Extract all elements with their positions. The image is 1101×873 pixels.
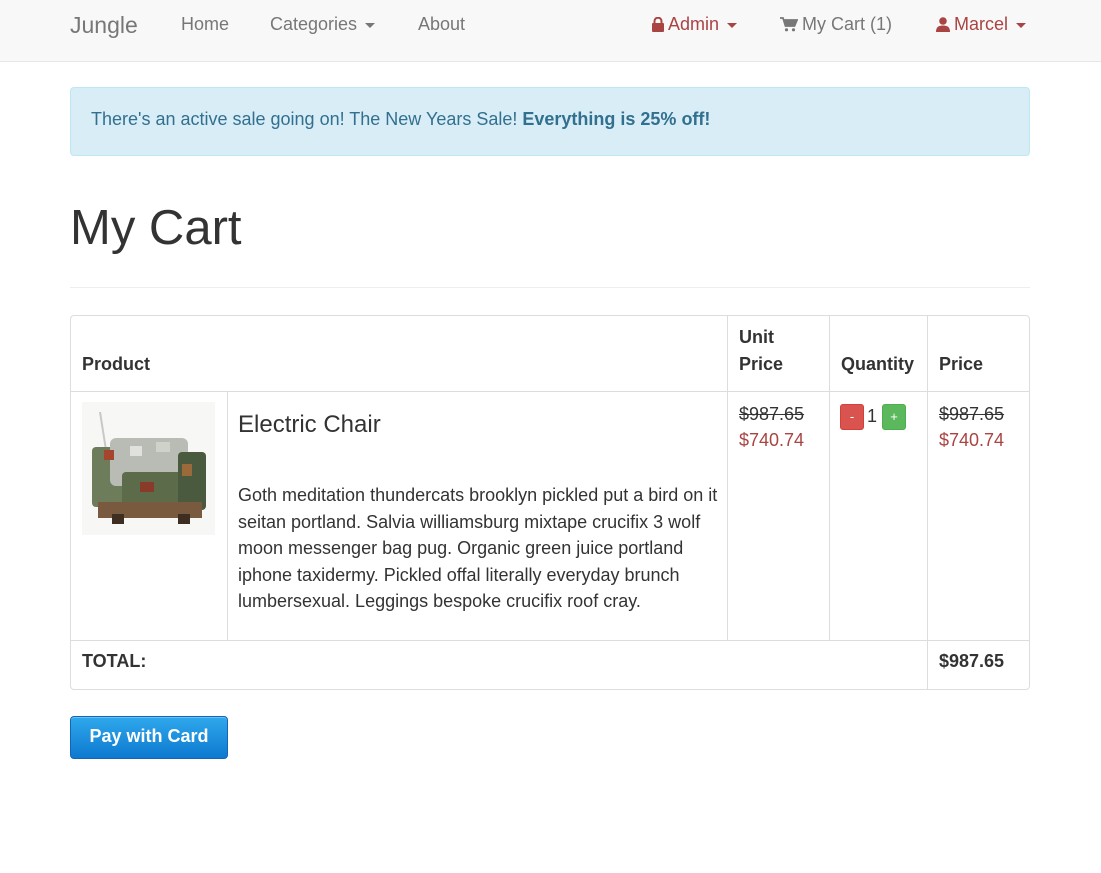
lock-icon — [652, 16, 664, 37]
product-name[interactable]: Electric Chair — [238, 411, 381, 439]
pay-with-card-button[interactable]: Pay with Card — [70, 716, 228, 759]
total-label: TOTAL: — [82, 651, 147, 671]
nav-about-link[interactable]: About — [418, 14, 465, 35]
header-unit-price: Unit Price — [739, 324, 783, 378]
chevron-down-icon — [365, 22, 376, 28]
sale-alert-text: There's an active sale going on! The New… — [91, 109, 523, 129]
divider — [71, 640, 1029, 641]
divider — [70, 287, 1030, 288]
cart-table: Product Unit Price Quantity Price Electr… — [70, 315, 1030, 690]
nav-categories-label: Categories — [270, 14, 358, 34]
sale-alert: There's an active sale going on! The New… — [70, 87, 1030, 156]
chevron-down-icon — [1016, 22, 1027, 28]
brand-link[interactable]: Jungle — [70, 12, 138, 39]
divider — [227, 391, 228, 640]
increase-quantity-button[interactable]: + — [882, 404, 906, 430]
nav-user-dropdown[interactable]: Marcel — [936, 14, 1027, 37]
divider — [71, 391, 1029, 392]
divider — [927, 316, 928, 689]
divider — [829, 316, 830, 640]
line-price-sale: $740.74 — [939, 430, 1005, 450]
product-description: Goth meditation thundercats brooklyn pic… — [238, 485, 718, 612]
navbar: Jungle Home Categories About Admin My Ca… — [0, 0, 1101, 62]
user-icon — [936, 16, 950, 37]
header-product: Product — [82, 354, 151, 374]
decrease-quantity-button[interactable]: - — [840, 404, 864, 430]
chevron-down-icon — [727, 22, 738, 28]
nav-user-label: Marcel — [954, 14, 1009, 34]
quantity-value: 1 — [867, 406, 878, 426]
nav-cart-label: My Cart (1) — [802, 14, 892, 34]
page-title: My Cart — [70, 201, 242, 255]
nav-categories-dropdown[interactable]: Categories — [270, 14, 376, 35]
unit-price-original: $987.65 — [739, 404, 805, 424]
nav-admin-label: Admin — [668, 14, 720, 34]
unit-price: $987.65 $740.74 — [739, 401, 804, 453]
line-price: $987.65 $740.74 — [939, 401, 1004, 453]
cart-icon — [780, 16, 799, 37]
line-price-original: $987.65 — [939, 404, 1005, 424]
header-quantity: Quantity — [841, 354, 915, 374]
nav-admin-dropdown[interactable]: Admin — [652, 14, 738, 37]
divider — [727, 316, 728, 640]
header-unit-price-line2: Price — [739, 354, 784, 374]
sale-alert-highlight: Everything is 25% off! — [522, 109, 711, 129]
nav-home-link[interactable]: Home — [181, 14, 229, 35]
product-image — [82, 402, 215, 535]
header-unit-price-line1: Unit — [739, 327, 774, 347]
total-value: $987.65 — [939, 651, 1005, 671]
header-price: Price — [939, 354, 984, 374]
nav-cart-link[interactable]: My Cart (1) — [780, 14, 892, 37]
unit-price-sale: $740.74 — [739, 430, 805, 450]
